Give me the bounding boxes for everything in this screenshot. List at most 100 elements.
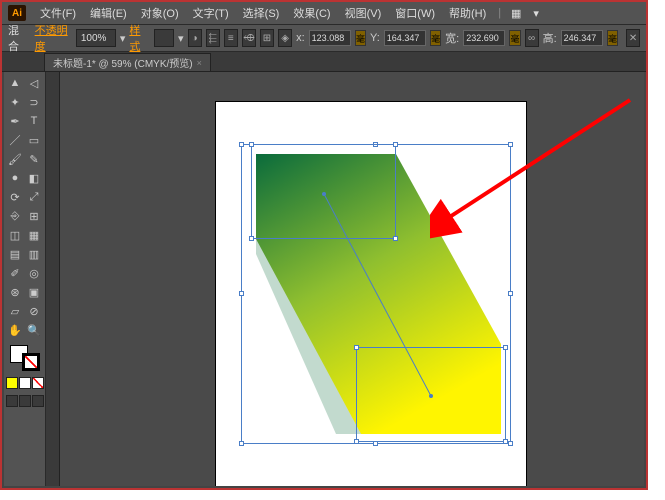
eraser-tool[interactable]: ◧: [25, 169, 43, 187]
pencil-tool[interactable]: ✎: [25, 150, 43, 168]
handle[interactable]: [393, 142, 398, 147]
zoom-tool[interactable]: 🔍: [25, 321, 43, 339]
opacity-label[interactable]: 不透明度: [35, 22, 68, 54]
chevron-down-icon[interactable]: ▾: [120, 32, 126, 45]
x-field[interactable]: 123.088: [309, 30, 351, 46]
w-field[interactable]: 232.690: [463, 30, 505, 46]
gradient-tool[interactable]: ▥: [25, 245, 43, 263]
w-label: 宽:: [445, 30, 459, 46]
menu-view[interactable]: 视图(V): [339, 3, 388, 23]
app-frame: Ai 文件(F) 编辑(E) 对象(O) 文字(T) 选择(S) 效果(C) 视…: [0, 0, 648, 490]
width-tool[interactable]: ⎆: [6, 207, 24, 225]
rectangle-tool[interactable]: ▭: [25, 131, 43, 149]
document-tab[interactable]: 未标题-1* @ 59% (CMYK/预览) ×: [44, 53, 211, 71]
shape-builder-tool[interactable]: ◫: [6, 226, 24, 244]
align-right-icon[interactable]: ⬲: [242, 29, 256, 47]
color-chip-white[interactable]: [19, 377, 31, 389]
tools-panel: ▲◁✦⊃✒T／▭🖌✎●◧⟳⤢⎆⊞◫▦▤▥✐◎⊛▣▱⊘✋🔍: [4, 72, 46, 486]
menu-type[interactable]: 文字(T): [187, 3, 235, 23]
selection-tool[interactable]: ▲: [6, 74, 24, 92]
hand-tool[interactable]: ✋: [6, 321, 24, 339]
menu-file[interactable]: 文件(F): [34, 3, 82, 23]
handle[interactable]: [393, 236, 398, 241]
rotate-tool[interactable]: ⟳: [6, 188, 24, 206]
h-unit: 毫: [607, 30, 618, 46]
chevron-down-icon[interactable]: ▾: [178, 32, 184, 45]
document-tabbar: 未标题-1* @ 59% (CMYK/预览) ×: [2, 52, 646, 72]
direct-selection-tool[interactable]: ◁: [25, 74, 43, 92]
screen-mode-buttons: [6, 395, 44, 407]
screen-mode-icon[interactable]: [19, 395, 31, 407]
symbol-sprayer-tool[interactable]: ⊛: [6, 283, 24, 301]
free-transform-tool[interactable]: ⊞: [25, 207, 43, 225]
color-chip-yellow[interactable]: [6, 377, 18, 389]
link-icon[interactable]: ∞: [525, 29, 539, 47]
y-field[interactable]: 164.347: [384, 30, 426, 46]
change-screen-icon[interactable]: [32, 395, 44, 407]
menu-help[interactable]: 帮助(H): [443, 3, 492, 23]
tab-title: 未标题-1* @ 59% (CMYK/预览): [53, 55, 193, 70]
handle[interactable]: [503, 439, 508, 444]
handle-bottom-left[interactable]: [239, 441, 244, 446]
menubar: Ai 文件(F) 编辑(E) 对象(O) 文字(T) 选择(S) 效果(C) 视…: [2, 2, 646, 24]
handle[interactable]: [249, 236, 254, 241]
handle[interactable]: [354, 345, 359, 350]
blend-tool[interactable]: ◎: [25, 264, 43, 282]
mesh-tool[interactable]: ▤: [6, 245, 24, 263]
canvas-area[interactable]: [46, 72, 644, 486]
handle-mid-left[interactable]: [239, 291, 244, 296]
handle-top-left[interactable]: [239, 142, 244, 147]
paintbrush-tool[interactable]: 🖌: [6, 150, 24, 168]
lasso-tool[interactable]: ⊃: [25, 93, 43, 111]
eyedropper-tool[interactable]: ✐: [6, 264, 24, 282]
style-field[interactable]: [154, 29, 174, 47]
x-label: x:: [296, 32, 305, 44]
handle-bottom-right[interactable]: [508, 441, 513, 446]
selection-bottom-rect[interactable]: [356, 347, 506, 442]
selection-top-rect[interactable]: [251, 144, 396, 239]
control-bar: 混合 不透明度 100% ▾ 样式 ▾ ◑ ⬱ ≡ ⬲ ⊞ ◈ x: 123.0…: [2, 24, 646, 52]
menu-select[interactable]: 选择(S): [237, 3, 286, 23]
handle[interactable]: [354, 439, 359, 444]
menu-effect[interactable]: 效果(C): [287, 3, 336, 23]
stroke-swatch[interactable]: [22, 353, 40, 371]
recolor-icon[interactable]: ◑: [188, 29, 202, 47]
draw-mode-icon[interactable]: [6, 395, 18, 407]
blob-brush-tool[interactable]: ●: [6, 169, 24, 187]
arrange-documents-icon[interactable]: ▾: [527, 6, 545, 20]
magic-wand-tool[interactable]: ✦: [6, 93, 24, 111]
ruler-vertical[interactable]: [46, 72, 60, 486]
close-panel-icon[interactable]: ✕: [626, 29, 640, 47]
menu-edit[interactable]: 编辑(E): [84, 3, 133, 23]
transform-icon[interactable]: ⊞: [260, 29, 274, 47]
color-chip-none[interactable]: [32, 377, 44, 389]
align-center-icon[interactable]: ≡: [224, 29, 238, 47]
workspace-switcher-icon[interactable]: ▦: [507, 6, 525, 20]
color-row: [6, 377, 44, 389]
scale-tool[interactable]: ⤢: [25, 188, 43, 206]
column-graph-tool[interactable]: ▣: [25, 283, 43, 301]
handle-mid-right[interactable]: [508, 291, 513, 296]
handle[interactable]: [503, 345, 508, 350]
h-field[interactable]: 246.347: [561, 30, 603, 46]
pen-tool[interactable]: ✒: [6, 112, 24, 130]
menu-object[interactable]: 对象(O): [135, 3, 185, 23]
mode-label: 混合: [8, 22, 25, 54]
handle[interactable]: [249, 142, 254, 147]
x-unit: 毫: [355, 30, 366, 46]
align-left-icon[interactable]: ⬱: [206, 29, 220, 47]
style-label[interactable]: 样式: [129, 22, 146, 54]
perspective-tool[interactable]: ▦: [25, 226, 43, 244]
slice-tool[interactable]: ⊘: [25, 302, 43, 320]
artboard-tool[interactable]: ▱: [6, 302, 24, 320]
handle-top-right[interactable]: [508, 142, 513, 147]
isolate-icon[interactable]: ◈: [278, 29, 292, 47]
close-icon[interactable]: ×: [197, 58, 202, 68]
fill-stroke-swatch[interactable]: [10, 345, 40, 371]
app-logo: Ai: [8, 5, 26, 21]
type-tool[interactable]: T: [25, 112, 43, 130]
line-tool[interactable]: ／: [6, 131, 24, 149]
workspace: ▲◁✦⊃✒T／▭🖌✎●◧⟳⤢⎆⊞◫▦▤▥✐◎⊛▣▱⊘✋🔍: [4, 72, 644, 486]
opacity-field[interactable]: 100%: [76, 29, 116, 47]
menu-window[interactable]: 窗口(W): [389, 3, 441, 23]
